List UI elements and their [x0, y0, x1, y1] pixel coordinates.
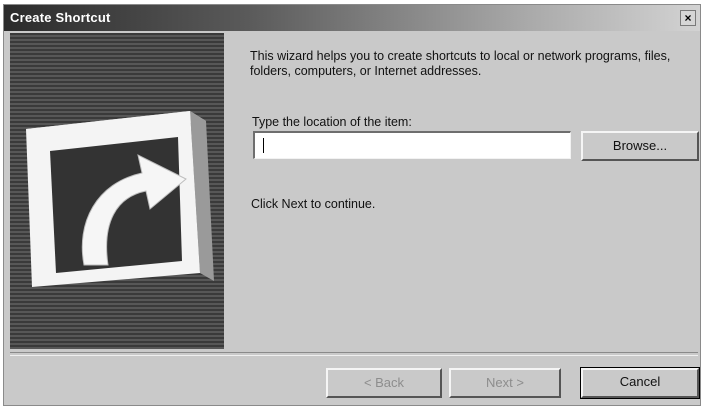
location-input[interactable]	[253, 131, 571, 159]
wizard-intro-text: This wizard helps you to create shortcut…	[250, 49, 671, 78]
footer-separator	[10, 352, 698, 356]
shortcut-arrow-icon	[26, 111, 214, 287]
back-button[interactable]: < Back	[326, 368, 442, 398]
location-label: Type the location of the item:	[252, 115, 412, 129]
text-caret	[263, 138, 264, 153]
window-title: Create Shortcut	[10, 10, 111, 25]
next-button[interactable]: Next >	[449, 368, 561, 398]
cancel-button[interactable]: Cancel	[580, 367, 700, 399]
title-bar[interactable]: Create Shortcut ×	[4, 5, 700, 31]
close-button[interactable]: ×	[680, 10, 696, 26]
wizard-side-graphic	[10, 33, 224, 349]
create-shortcut-dialog: Create Shortcut × This wizard helps you …	[3, 4, 701, 406]
browse-button[interactable]: Browse...	[581, 131, 699, 161]
continue-instruction: Click Next to continue.	[251, 197, 376, 211]
